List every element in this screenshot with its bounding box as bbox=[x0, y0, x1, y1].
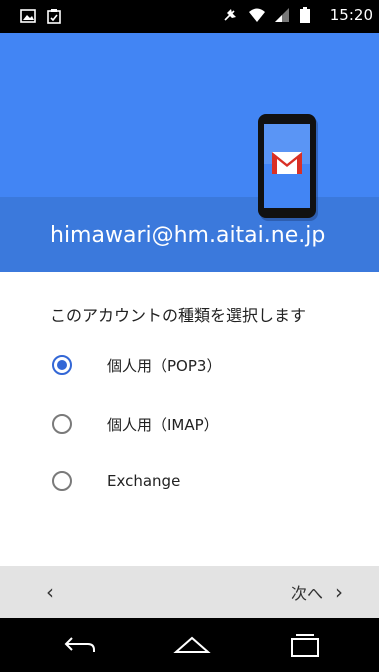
recents-icon[interactable] bbox=[288, 632, 322, 662]
wizard-bar: ‹ 次へ › bbox=[0, 566, 379, 618]
wifi-icon bbox=[248, 7, 265, 23]
option-pop3[interactable]: 個人用（POP3） bbox=[52, 350, 352, 380]
account-type-question: このアカウントの種類を選択します bbox=[50, 306, 307, 325]
back-icon[interactable] bbox=[62, 632, 98, 660]
mute-icon bbox=[222, 7, 238, 23]
previous-button[interactable]: ‹ bbox=[46, 580, 54, 604]
chevron-right-icon: › bbox=[335, 580, 343, 604]
account-header: himawari@hm.aitai.ne.jp bbox=[0, 33, 379, 272]
clipboard-icon bbox=[46, 8, 62, 24]
next-label: 次へ bbox=[290, 584, 323, 603]
option-pop3-label: 個人用（POP3） bbox=[107, 356, 222, 375]
option-exchange-label: Exchange bbox=[107, 472, 181, 490]
gmail-icon bbox=[254, 114, 324, 228]
image-icon bbox=[20, 8, 36, 24]
radio-imap[interactable] bbox=[52, 414, 72, 434]
radio-exchange[interactable] bbox=[52, 471, 72, 491]
system-nav-bar bbox=[0, 618, 379, 672]
option-imap[interactable]: 個人用（IMAP） bbox=[52, 409, 352, 439]
radio-pop3[interactable] bbox=[52, 355, 72, 375]
option-imap-label: 個人用（IMAP） bbox=[107, 415, 219, 434]
signal-icon bbox=[274, 7, 290, 23]
status-time: 15:20 bbox=[329, 6, 373, 24]
account-email: himawari@hm.aitai.ne.jp bbox=[50, 223, 326, 248]
battery-icon bbox=[299, 7, 316, 23]
option-exchange[interactable]: Exchange bbox=[52, 466, 352, 496]
status-bar: 15:20 bbox=[0, 0, 379, 33]
next-button[interactable]: 次へ › bbox=[291, 580, 343, 604]
home-icon[interactable] bbox=[172, 632, 212, 660]
account-type-panel: このアカウントの種類を選択します 個人用（POP3） 個人用（IMAP） Exc… bbox=[0, 272, 379, 566]
